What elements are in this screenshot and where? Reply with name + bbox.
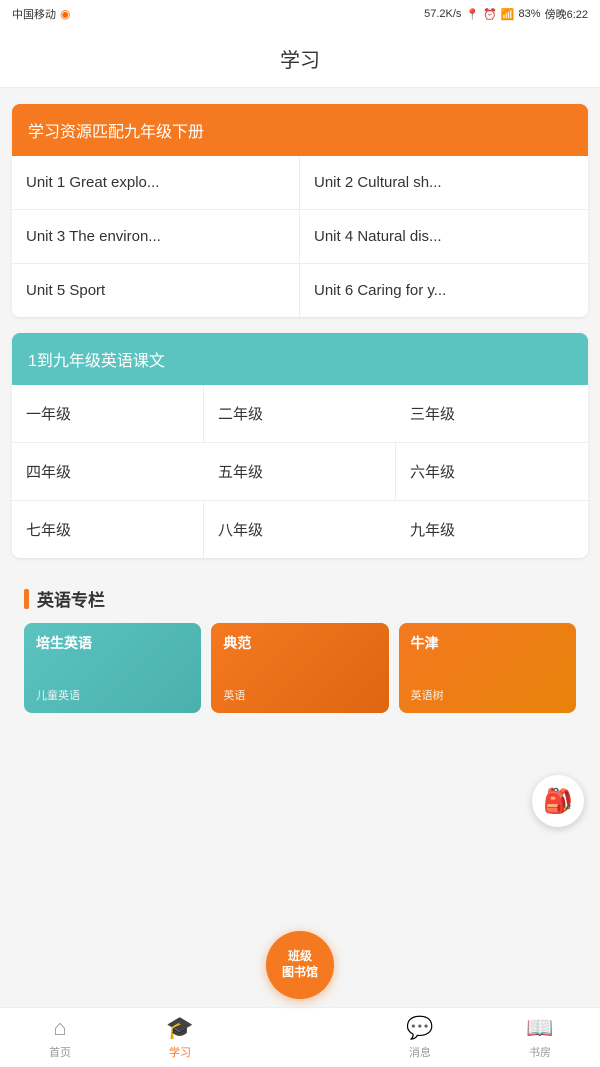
oxford-card-sub: 英语树 [411, 687, 444, 703]
units-section-card: 学习资源匹配九年级下册 Unit 1 Great explo... Unit 2… [12, 104, 588, 317]
grades-section-title: 1到九年级英语课文 [28, 353, 165, 370]
grade-1-label: 一年级 [26, 406, 71, 423]
grade-5-cell[interactable]: 五年级 [204, 443, 396, 501]
time-label: 傍晚6:22 [545, 6, 588, 22]
unit-5-label: Unit 5 Sport [26, 282, 105, 299]
fab-library-label-line1: 班级 [288, 949, 312, 965]
unit-6-label: Unit 6 Caring for y... [314, 282, 446, 299]
signal-icon: 📶 [501, 8, 515, 21]
grade-3-cell[interactable]: 三年级 [396, 385, 588, 443]
page-title: 学习 [280, 50, 320, 72]
nav-messages[interactable]: 💬 消息 [360, 1009, 480, 1066]
grade-9-label: 九年级 [410, 522, 455, 539]
unit-6-cell[interactable]: Unit 6 Caring for y... [300, 264, 588, 317]
bottom-navigation: ⌂ 首页 🎓 学习 💬 消息 📖 书房 [0, 1007, 600, 1067]
english-section: 英语专栏 培生英语 儿童英语 典范 英语 牛津 英语树 [12, 574, 588, 725]
messages-icon: 💬 [406, 1015, 433, 1041]
study-label: 学习 [169, 1044, 191, 1060]
nav-home[interactable]: ⌂ 首页 [0, 1009, 120, 1066]
unit-4-label: Unit 4 Natural dis... [314, 228, 442, 245]
fab-library-label-line2: 图书馆 [282, 965, 318, 981]
grade-3-label: 三年级 [410, 406, 455, 423]
messages-label: 消息 [409, 1044, 431, 1060]
study-icon: 🎓 [166, 1015, 193, 1041]
home-icon: ⌂ [53, 1015, 66, 1041]
units-section-header: 学习资源匹配九年级下册 [12, 104, 588, 156]
grades-section-card: 1到九年级英语课文 一年级 二年级 三年级 四年级 五年级 六年级 七年级 [12, 333, 588, 558]
oxford-card[interactable]: 牛津 英语树 [399, 623, 576, 713]
carrier-icon: ◉ [60, 7, 70, 21]
pearson-card-title: 培生英语 [36, 633, 92, 653]
english-section-header: 英语专栏 [24, 586, 576, 611]
battery-label: 83% [519, 8, 541, 20]
classic-card-sub: 英语 [223, 687, 245, 703]
class-library-fab-button[interactable]: 班级 图书馆 [266, 931, 334, 999]
unit-5-cell[interactable]: Unit 5 Sport [12, 264, 300, 317]
oxford-card-title: 牛津 [411, 633, 439, 653]
carrier-label: 中国移动 [12, 6, 56, 22]
pearson-card[interactable]: 培生英语 儿童英语 [24, 623, 201, 713]
orange-bar-icon [24, 589, 29, 609]
units-section-title: 学习资源匹配九年级下册 [28, 124, 204, 141]
alarm-icon: ⏰ [483, 8, 497, 21]
english-cards-container: 培生英语 儿童英语 典范 英语 牛津 英语树 [24, 623, 576, 713]
grades-section-header: 1到九年级英语课文 [12, 333, 588, 385]
location-icon: 📍 [465, 8, 479, 21]
grade-4-label: 四年级 [26, 464, 71, 481]
grade-2-cell[interactable]: 二年级 [204, 385, 396, 443]
grade-7-cell[interactable]: 七年级 [12, 501, 204, 558]
grade-8-label: 八年级 [218, 522, 263, 539]
unit-2-cell[interactable]: Unit 2 Cultural sh... [300, 156, 588, 210]
units-grid: Unit 1 Great explo... Unit 2 Cultural sh… [12, 156, 588, 317]
unit-4-cell[interactable]: Unit 4 Natural dis... [300, 210, 588, 264]
nav-study[interactable]: 🎓 学习 [120, 1009, 240, 1066]
grade-7-label: 七年级 [26, 522, 71, 539]
grade-5-label: 五年级 [218, 464, 263, 481]
scroll-content: 学习资源匹配九年级下册 Unit 1 Great explo... Unit 2… [0, 88, 600, 741]
english-section-title: 英语专栏 [37, 586, 105, 611]
home-label: 首页 [49, 1044, 71, 1060]
page-header: 学习 [0, 28, 600, 88]
unit-3-label: Unit 3 The environ... [26, 228, 161, 245]
bookroom-label: 书房 [529, 1044, 551, 1060]
status-bar: 中国移动 ◉ 57.2K/s 📍 ⏰ 📶 83% 傍晚6:22 [0, 0, 600, 28]
nav-bookroom[interactable]: 📖 书房 [480, 1009, 600, 1066]
grade-6-cell[interactable]: 六年级 [396, 443, 588, 501]
grade-9-cell[interactable]: 九年级 [396, 501, 588, 558]
grade-4-cell[interactable]: 四年级 [12, 443, 204, 501]
unit-1-cell[interactable]: Unit 1 Great explo... [12, 156, 300, 210]
unit-2-label: Unit 2 Cultural sh... [314, 174, 442, 191]
grade-8-cell[interactable]: 八年级 [204, 501, 396, 558]
pearson-card-sub: 儿童英语 [36, 687, 80, 703]
bookroom-icon: 📖 [526, 1015, 553, 1041]
unit-1-label: Unit 1 Great explo... [26, 174, 159, 191]
classic-card-title: 典范 [223, 633, 251, 653]
network-speed: 57.2K/s [424, 8, 461, 20]
grades-grid: 一年级 二年级 三年级 四年级 五年级 六年级 七年级 八年级 [12, 385, 588, 558]
grade-6-label: 六年级 [410, 464, 455, 481]
classic-card[interactable]: 典范 英语 [211, 623, 388, 713]
backpack-icon: 🎒 [543, 787, 573, 816]
grade-1-cell[interactable]: 一年级 [12, 385, 204, 443]
unit-3-cell[interactable]: Unit 3 The environ... [12, 210, 300, 264]
grade-2-label: 二年级 [218, 406, 263, 423]
backpack-fab-button[interactable]: 🎒 [532, 775, 584, 827]
